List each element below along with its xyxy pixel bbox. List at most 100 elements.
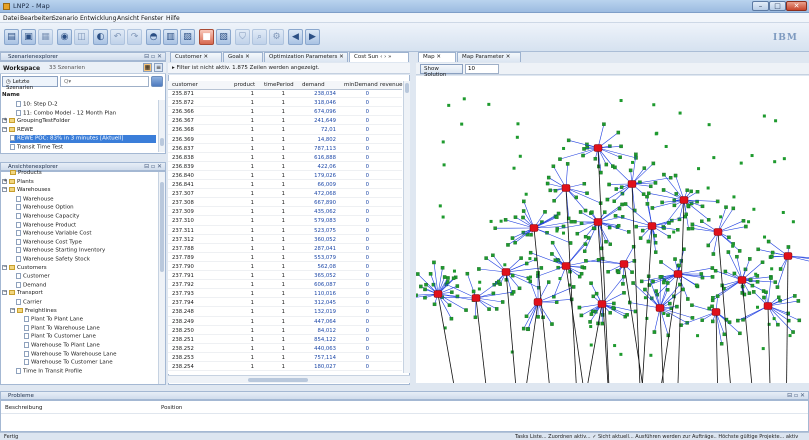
- grid-hscrollbar[interactable]: [168, 375, 410, 383]
- cell-demand[interactable]: 787,113: [294, 146, 336, 152]
- cell-customer[interactable]: 237.308: [172, 200, 194, 206]
- cell-customer[interactable]: 238.248: [172, 309, 194, 315]
- menu-ansicht[interactable]: Ansicht: [117, 15, 139, 22]
- cell-customer[interactable]: 236.369: [172, 137, 194, 143]
- maximize-button[interactable]: □: [769, 1, 786, 11]
- view-tree-item[interactable]: Plant To Warehouse Lane: [24, 324, 100, 333]
- cell-timeperiod[interactable]: 1: [264, 282, 285, 288]
- cell-demand[interactable]: 435,062: [294, 209, 336, 215]
- cell-mindemand[interactable]: 0: [341, 300, 369, 306]
- view-tree-item[interactable]: Warehouse To Customer Lane: [24, 359, 113, 367]
- view-tree-item[interactable]: Time In Transit Profile: [16, 367, 82, 376]
- tab-optimization-parameters[interactable]: Optimization Parameters ✕: [264, 52, 348, 62]
- cell-timeperiod[interactable]: 1: [264, 164, 285, 170]
- cell-mindemand[interactable]: 0: [341, 146, 369, 152]
- cell-product[interactable]: 1: [234, 118, 254, 124]
- report-icon[interactable]: ▧: [216, 29, 231, 45]
- cell-customer[interactable]: 237.792: [172, 282, 194, 288]
- view-tree-item[interactable]: Warehouse Safety Stock: [16, 256, 90, 264]
- table-row[interactable]: 237.312 1 1 360,052 0: [168, 236, 402, 244]
- collapse-icon[interactable]: −: [2, 126, 7, 132]
- view-tree-item[interactable]: Warehouse Variable Cost: [16, 230, 92, 238]
- cell-customer[interactable]: 235.872: [172, 100, 194, 106]
- cell-timeperiod[interactable]: 1: [264, 291, 285, 297]
- cell-product[interactable]: 1: [234, 319, 254, 325]
- cell-product[interactable]: 1: [234, 228, 254, 234]
- cell-product[interactable]: 1: [234, 355, 254, 361]
- table-row[interactable]: 237.788 1 1 287,041 0: [168, 245, 402, 253]
- cell-customer[interactable]: 237.790: [172, 264, 194, 270]
- cell-mindemand[interactable]: 0: [341, 200, 369, 206]
- menu-fenster[interactable]: Fenster: [141, 15, 163, 22]
- cell-product[interactable]: 1: [234, 109, 254, 115]
- table-row[interactable]: 237.793 1 1 110,016 0: [168, 290, 402, 299]
- table-row[interactable]: 235.872 1 1 318,046 0: [168, 99, 402, 108]
- table-row[interactable]: 237.309 1 1 435,062 0: [168, 208, 402, 217]
- menu-hilfe[interactable]: Hilfe: [166, 15, 180, 22]
- cell-product[interactable]: 1: [234, 282, 254, 288]
- new-icon[interactable]: ▤: [4, 29, 19, 45]
- col-demand[interactable]: demand: [302, 82, 325, 88]
- probleme-col-description[interactable]: Beschreibung: [5, 405, 43, 411]
- cell-customer[interactable]: 236.839: [172, 164, 194, 170]
- cell-customer[interactable]: 238.252: [172, 346, 194, 352]
- table-row[interactable]: 238.248 1 1 132,019 0: [168, 308, 402, 317]
- cell-timeperiod[interactable]: 1: [264, 328, 285, 334]
- view-tree-item[interactable]: Warehouse Starting Inventory: [16, 247, 105, 255]
- view-scrollbar[interactable]: [158, 172, 165, 384]
- table-row[interactable]: 236.367 1 1 241,649 0: [168, 117, 402, 126]
- table-row[interactable]: 237.308 1 1 667,890 0: [168, 199, 402, 208]
- table-row[interactable]: 236.838 1 1 616,888 0: [168, 154, 402, 162]
- cell-demand[interactable]: 365,052: [294, 273, 336, 279]
- cell-mindemand[interactable]: 0: [341, 328, 369, 334]
- cell-demand[interactable]: 472,068: [294, 191, 336, 197]
- tab-map[interactable]: Map ✕: [418, 52, 456, 62]
- tab-customer[interactable]: Customer ✕: [170, 52, 222, 62]
- cell-product[interactable]: 1: [234, 264, 254, 270]
- cell-demand[interactable]: 241,649: [294, 118, 336, 124]
- cell-timeperiod[interactable]: 1: [264, 255, 285, 261]
- cell-mindemand[interactable]: 0: [341, 228, 369, 234]
- cell-demand[interactable]: 553,079: [294, 255, 336, 261]
- cell-product[interactable]: 1: [234, 291, 254, 297]
- cell-product[interactable]: 1: [234, 91, 254, 97]
- view-tree-item[interactable]: − Warehouses: [2, 187, 50, 195]
- cell-mindemand[interactable]: 0: [341, 173, 369, 179]
- expand-icon[interactable]: +: [2, 118, 7, 123]
- cell-customer[interactable]: 237.311: [172, 228, 194, 234]
- table-row[interactable]: 237.794 1 1 312,045 0: [168, 299, 402, 308]
- filter-icon[interactable]: ⛉: [235, 29, 250, 45]
- undo-icon[interactable]: ↶: [110, 29, 125, 45]
- cell-demand[interactable]: 674,096: [294, 109, 336, 115]
- cell-mindemand[interactable]: 0: [341, 273, 369, 279]
- table-icon[interactable]: ▥: [163, 29, 178, 45]
- cell-mindemand[interactable]: 0: [341, 291, 369, 297]
- cell-product[interactable]: 1: [234, 146, 254, 152]
- menu-datei[interactable]: Datei: [3, 15, 19, 22]
- cell-timeperiod[interactable]: 1: [264, 346, 285, 352]
- cell-timeperiod[interactable]: 1: [264, 264, 285, 270]
- cell-product[interactable]: 1: [234, 273, 254, 279]
- cell-demand[interactable]: 616,888: [294, 155, 336, 161]
- cell-customer[interactable]: 236.368: [172, 127, 194, 133]
- cell-customer[interactable]: 237.307: [172, 191, 194, 197]
- cell-product[interactable]: 1: [234, 328, 254, 334]
- cell-mindemand[interactable]: 0: [341, 337, 369, 343]
- cell-demand[interactable]: 132,019: [294, 309, 336, 315]
- cell-mindemand[interactable]: 0: [341, 137, 369, 143]
- workspace-grid-icon[interactable]: ▦: [143, 63, 152, 72]
- close-button[interactable]: ✕: [786, 1, 807, 11]
- cell-demand[interactable]: 110,016: [294, 291, 336, 297]
- cell-mindemand[interactable]: 0: [341, 109, 369, 115]
- cell-timeperiod[interactable]: 1: [264, 309, 285, 315]
- cell-demand[interactable]: 757,114: [294, 355, 336, 361]
- cell-customer[interactable]: 236.841: [172, 182, 194, 188]
- cell-product[interactable]: 1: [234, 100, 254, 106]
- cell-mindemand[interactable]: 0: [341, 319, 369, 325]
- cell-customer[interactable]: 236.838: [172, 155, 194, 161]
- cell-timeperiod[interactable]: 1: [264, 182, 285, 188]
- cell-product[interactable]: 1: [234, 337, 254, 343]
- cell-timeperiod[interactable]: 1: [264, 237, 285, 243]
- cell-mindemand[interactable]: 0: [341, 100, 369, 106]
- scenario-explorer-controls[interactable]: ⊟ ▫ ✕: [144, 53, 162, 60]
